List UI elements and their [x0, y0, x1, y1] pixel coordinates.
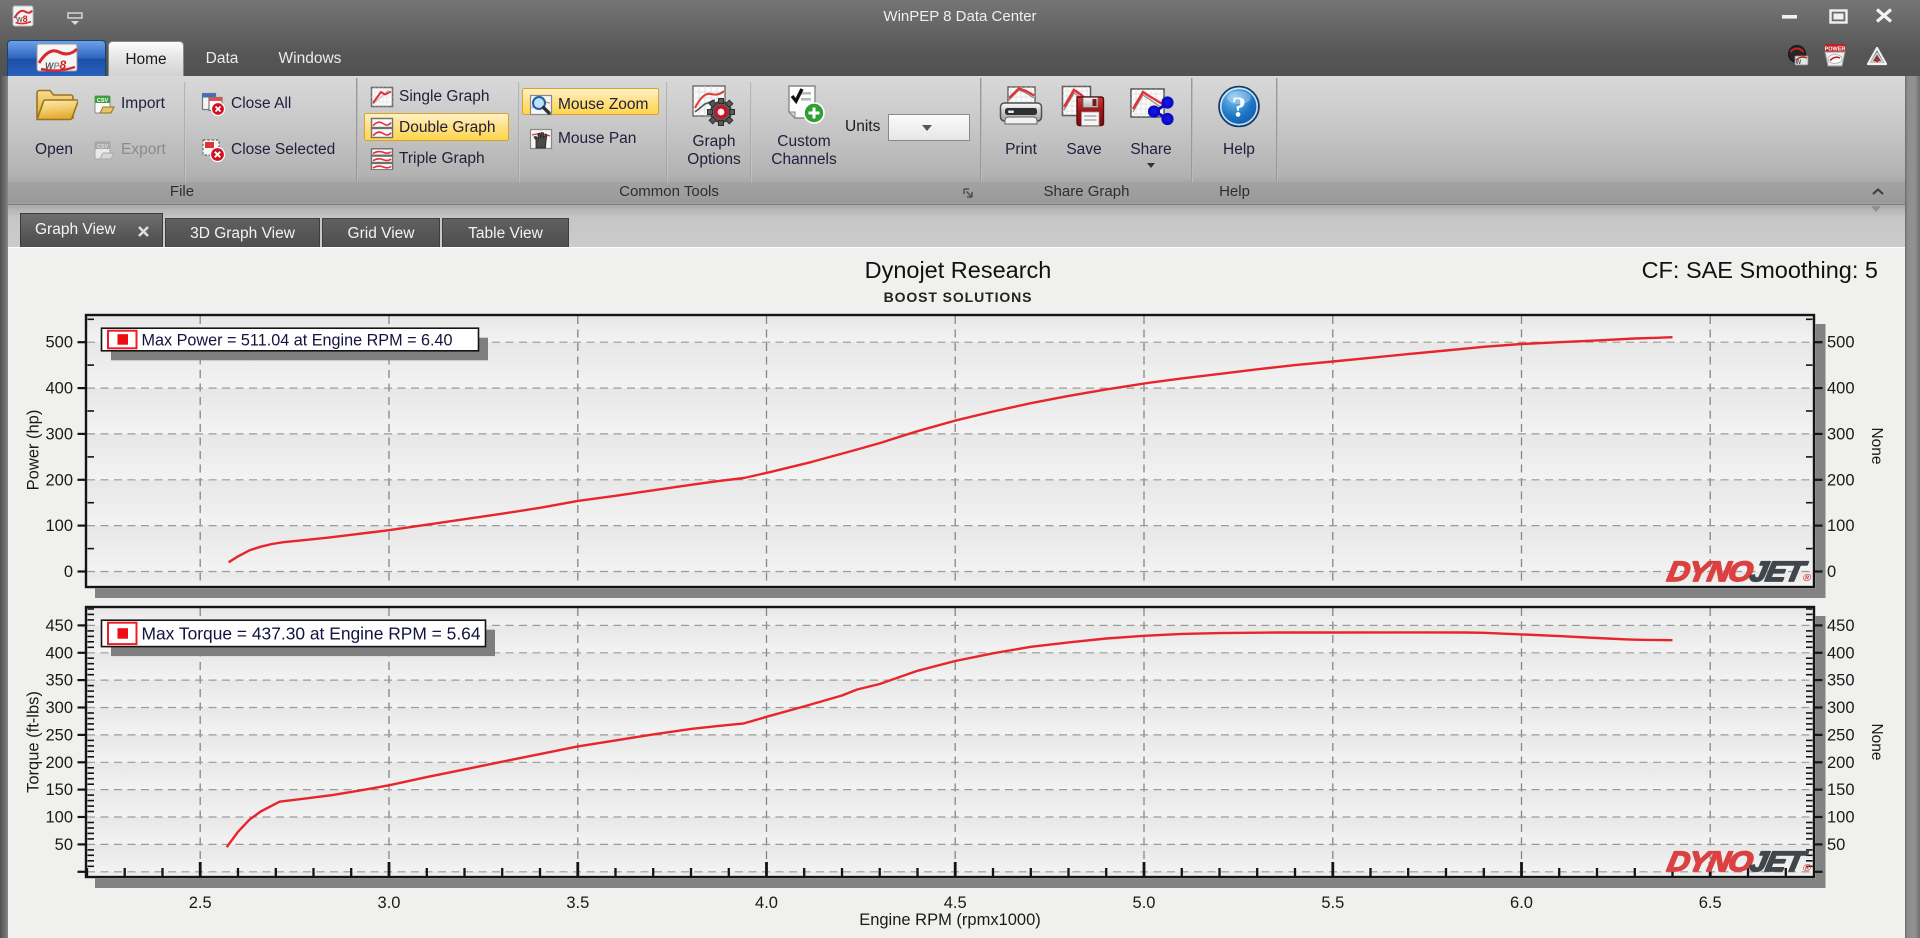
svg-text:200: 200 [1827, 471, 1855, 489]
svg-text:450: 450 [45, 617, 73, 635]
svg-text:Max Power = 511.04 at Engine R: Max Power = 511.04 at Engine RPM = 6.40 [142, 331, 453, 349]
svg-text:100: 100 [45, 809, 73, 827]
svg-text:CSV: CSV [97, 98, 109, 104]
svg-text:300: 300 [1827, 699, 1855, 717]
svg-text:5.5: 5.5 [1321, 894, 1344, 912]
svg-text:0: 0 [1827, 563, 1836, 581]
svg-text:400: 400 [45, 644, 73, 662]
svg-text:100: 100 [1827, 809, 1855, 827]
svg-text:300: 300 [45, 699, 73, 717]
svg-text:6.5: 6.5 [1699, 894, 1722, 912]
svg-text:150: 150 [1827, 781, 1855, 799]
svg-text:?: ? [1232, 92, 1247, 124]
svg-text:3.5: 3.5 [566, 894, 589, 912]
svg-text:300: 300 [45, 425, 73, 443]
svg-text:450: 450 [1827, 617, 1855, 635]
svg-text:350: 350 [45, 672, 73, 690]
svg-text:Engine RPM (rpmx1000): Engine RPM (rpmx1000) [859, 911, 1041, 929]
svg-text:None: None [1868, 427, 1885, 464]
svg-text:500: 500 [1827, 334, 1855, 352]
svg-text:DYNOJET®: DYNOJET® [1665, 556, 1816, 587]
svg-text:Power (hp): Power (hp) [25, 410, 43, 491]
svg-text:4.0: 4.0 [755, 894, 778, 912]
svg-text:Max Torque = 437.30 at Engine: Max Torque = 437.30 at Engine RPM = 5.64 [142, 624, 481, 644]
svg-text:Dynojet Research: Dynojet Research [865, 257, 1052, 283]
svg-text:BOOST SOLUTIONS: BOOST SOLUTIONS [884, 289, 1033, 305]
svg-text:None: None [1868, 723, 1885, 760]
svg-text:50: 50 [55, 836, 73, 854]
svg-text:6.0: 6.0 [1510, 894, 1533, 912]
svg-text:350: 350 [1827, 672, 1855, 690]
svg-text:500: 500 [45, 334, 73, 352]
svg-text:2.5: 2.5 [189, 894, 212, 912]
svg-text:WP8: WP8 [45, 58, 67, 72]
svg-text:5.0: 5.0 [1133, 894, 1156, 912]
svg-text:300: 300 [1827, 425, 1855, 443]
svg-text:50: 50 [1827, 836, 1845, 854]
svg-text:CF: SAE Smoothing: 5: CF: SAE Smoothing: 5 [1642, 257, 1878, 283]
svg-text:3.0: 3.0 [378, 894, 401, 912]
svg-text:0: 0 [64, 563, 73, 581]
svg-text:200: 200 [45, 471, 73, 489]
svg-text:250: 250 [1827, 726, 1855, 744]
svg-text:400: 400 [45, 380, 73, 398]
svg-text:DYNOJET®: DYNOJET® [1665, 846, 1816, 877]
svg-text:150: 150 [45, 781, 73, 799]
svg-text:W: W [1796, 60, 1802, 66]
svg-text:200: 200 [45, 754, 73, 772]
svg-text:100: 100 [45, 517, 73, 535]
svg-text:200: 200 [1827, 754, 1855, 772]
svg-text:400: 400 [1827, 644, 1855, 662]
svg-text:4.5: 4.5 [944, 894, 967, 912]
svg-text:CSV: CSV [97, 144, 109, 150]
svg-text:250: 250 [45, 726, 73, 744]
svg-text:400: 400 [1827, 380, 1855, 398]
svg-text:100: 100 [1827, 517, 1855, 535]
svg-text:Torque (ft-lbs): Torque (ft-lbs) [25, 691, 43, 793]
